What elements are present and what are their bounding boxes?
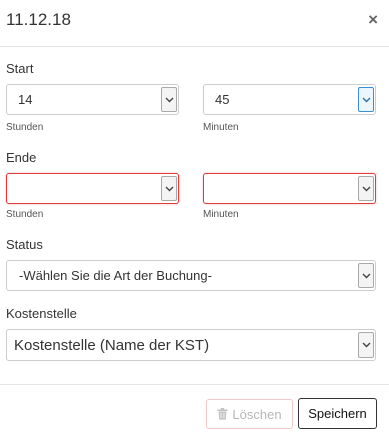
dialog-title: 11.12.18 [6, 10, 71, 29]
start-hours-value: 14 [18, 92, 33, 107]
chevron-down-icon[interactable] [358, 332, 374, 358]
dialog-header: 11.12.18 × [0, 0, 389, 47]
end-minutes-select[interactable] [203, 173, 376, 204]
end-minutes-caption: Minuten [203, 209, 239, 220]
status-value: -Wählen Sie die Art der Buchung- [19, 268, 212, 283]
end-hours-select[interactable] [6, 173, 179, 204]
cost-center-label: Kostenstelle [6, 306, 77, 321]
cost-center-value: Kostenstelle (Name der KST) [14, 337, 210, 354]
chevron-down-icon[interactable] [358, 176, 374, 201]
status-label: Status [6, 237, 43, 252]
start-minutes-caption: Minuten [203, 122, 239, 133]
end-hours-caption: Stunden [6, 209, 44, 220]
delete-button-label: Löschen [232, 406, 282, 422]
chevron-down-icon[interactable] [358, 263, 374, 288]
chevron-down-icon[interactable] [161, 176, 177, 201]
status-select[interactable]: -Wählen Sie die Art der Buchung- [6, 260, 376, 291]
start-hours-select[interactable]: 14 [6, 84, 179, 115]
footer-divider [0, 384, 389, 385]
end-label: Ende [6, 150, 37, 165]
start-minutes-select[interactable]: 45 [203, 84, 376, 115]
chevron-down-icon[interactable] [161, 87, 177, 112]
cost-center-select[interactable]: Kostenstelle (Name der KST) [6, 329, 376, 361]
trash-icon [217, 408, 228, 420]
save-button[interactable]: Speichern [298, 398, 377, 429]
start-hours-caption: Stunden [6, 122, 44, 133]
save-button-label: Speichern [308, 406, 367, 421]
start-label: Start [6, 61, 34, 76]
start-minutes-value: 45 [215, 92, 230, 107]
chevron-down-icon[interactable] [358, 87, 374, 112]
delete-button[interactable]: Löschen [206, 399, 293, 429]
close-icon[interactable]: × [368, 10, 378, 30]
